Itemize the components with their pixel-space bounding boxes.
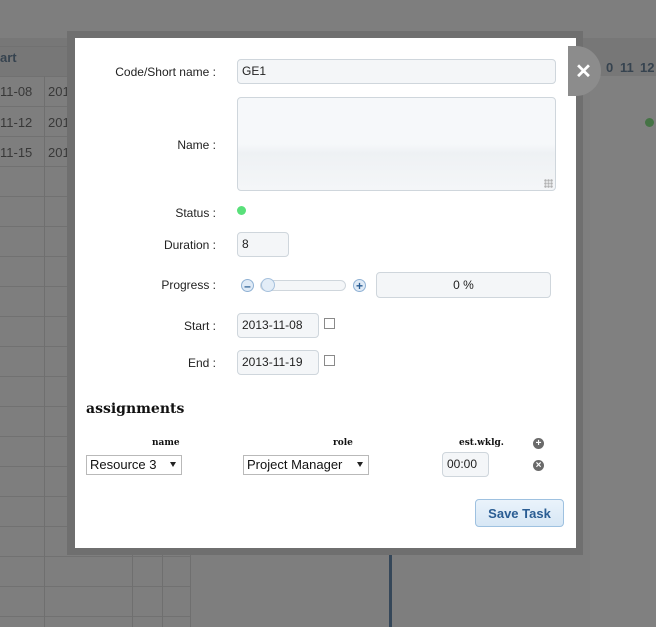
resource-select[interactable]: Resource 3 [86, 455, 182, 475]
remove-icon: × [535, 460, 542, 471]
role-select[interactable]: Project Manager [243, 455, 369, 475]
end-date-input[interactable]: 2013-11-19 [237, 350, 319, 375]
code-label: Code/Short name : [115, 65, 216, 79]
duration-input[interactable]: 8 [237, 232, 289, 257]
name-textarea[interactable] [237, 97, 556, 191]
resize-handle-icon[interactable] [544, 179, 553, 188]
progress-decrease-button[interactable]: – [241, 279, 254, 292]
progress-increase-button[interactable]: + [353, 279, 366, 292]
save-task-button[interactable]: Save Task [475, 499, 564, 527]
end-label: End : [187, 356, 216, 370]
minus-icon: – [244, 279, 251, 293]
end-milestone-checkbox[interactable] [324, 355, 335, 366]
effort-input[interactable]: 00:00 [442, 452, 489, 477]
plus-icon: + [535, 438, 542, 449]
resource-select-value: Resource 3 [90, 457, 157, 472]
start-date-input[interactable]: 2013-11-08 [237, 313, 319, 338]
chevron-down-icon [170, 462, 176, 467]
assignments-col-role: role [333, 438, 353, 448]
status-indicator-icon[interactable] [237, 206, 246, 215]
status-label: Status : [175, 206, 216, 220]
duration-label: Duration : [163, 238, 216, 252]
close-icon: ✕ [575, 60, 592, 83]
progress-value-input[interactable]: 0 % [376, 272, 551, 298]
chevron-down-icon [357, 462, 363, 467]
start-milestone-checkbox[interactable] [324, 318, 335, 329]
progress-slider-handle[interactable] [261, 278, 275, 292]
plus-icon: + [355, 279, 363, 293]
role-select-value: Project Manager [247, 457, 343, 472]
start-label: Start : [183, 319, 216, 333]
add-assignment-icon[interactable]: + [533, 438, 544, 449]
code-input[interactable]: GE1 [237, 59, 556, 84]
assignments-col-name: name [152, 438, 180, 448]
name-label: Name : [177, 138, 216, 152]
assignments-title: assignments [86, 401, 185, 417]
assignments-col-effort: est.wklg. [459, 438, 504, 448]
progress-label: Progress : [161, 278, 216, 292]
remove-assignment-icon[interactable]: × [533, 460, 544, 471]
